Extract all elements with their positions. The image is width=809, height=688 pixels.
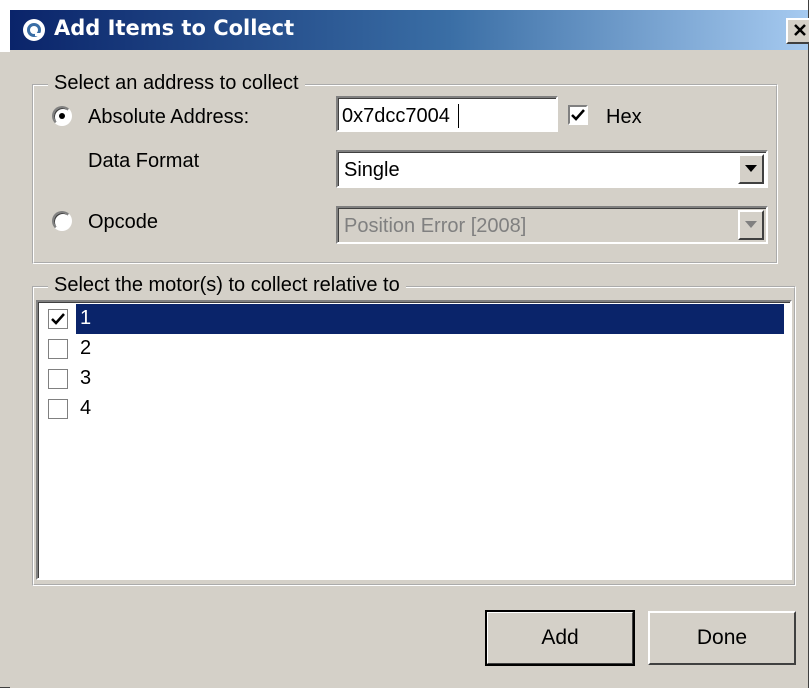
address-input-value: 0x7dcc7004 <box>342 105 450 127</box>
address-input[interactable]: 0x7dcc7004 <box>336 96 558 132</box>
list-item-motor-1[interactable]: 1 <box>40 304 790 334</box>
list-item-motor-3[interactable]: 3 <box>40 364 790 394</box>
chevron-down-icon <box>745 221 757 228</box>
data-format-select[interactable]: Single <box>336 150 768 188</box>
motor-4-label: 4 <box>80 397 92 419</box>
chevron-down-icon <box>745 165 757 172</box>
motor-1-checkbox[interactable] <box>48 309 68 329</box>
absolute-address-radio[interactable] <box>52 106 72 126</box>
data-format-label: Data Format <box>88 150 200 172</box>
text-caret <box>458 104 459 128</box>
data-format-dropdown-button[interactable] <box>738 154 764 184</box>
motor-3-checkbox[interactable] <box>48 369 68 389</box>
motor-2-label: 2 <box>80 337 92 359</box>
hex-label[interactable]: Hex <box>606 105 642 129</box>
motor-list[interactable]: 1 2 3 4 <box>36 300 792 580</box>
opcode-value: Position Error [2008] <box>344 215 527 237</box>
close-icon <box>793 20 807 43</box>
radio-selected-dot <box>59 113 65 119</box>
motor-1-label: 1 <box>76 304 784 334</box>
done-button[interactable]: Done <box>648 611 796 665</box>
list-item-motor-4[interactable]: 4 <box>40 394 790 424</box>
data-format-value: Single <box>344 159 400 181</box>
address-group-legend: Select an address to collect <box>48 71 305 95</box>
absolute-address-label[interactable]: Absolute Address: <box>88 105 249 129</box>
opcode-label[interactable]: Opcode <box>88 210 158 234</box>
motor-3-label: 3 <box>80 367 92 389</box>
motor-group-legend: Select the motor(s) to collect relative … <box>48 273 406 297</box>
close-button[interactable] <box>786 18 809 44</box>
opcode-select[interactable]: Position Error [2008] <box>336 206 768 244</box>
dialog-window: Add Items to Collect Select an address t… <box>0 0 809 688</box>
list-item-motor-2[interactable]: 2 <box>40 334 790 364</box>
opcode-radio[interactable] <box>52 211 72 231</box>
motor-2-checkbox[interactable] <box>48 339 68 359</box>
app-logo-icon <box>22 18 46 42</box>
motor-4-checkbox[interactable] <box>48 399 68 419</box>
dialog-body: Select an address to collect Absolute Ad… <box>10 50 808 688</box>
checkmark-icon <box>51 313 65 325</box>
window-title: Add Items to Collect <box>54 16 295 40</box>
title-bar-fill: Add Items to Collect <box>10 10 809 50</box>
checkmark-icon <box>571 109 585 121</box>
opcode-dropdown-button[interactable] <box>738 210 764 240</box>
hex-checkbox[interactable] <box>568 105 588 125</box>
title-bar[interactable]: Add Items to Collect <box>0 0 809 52</box>
add-button[interactable]: Add <box>485 610 635 666</box>
